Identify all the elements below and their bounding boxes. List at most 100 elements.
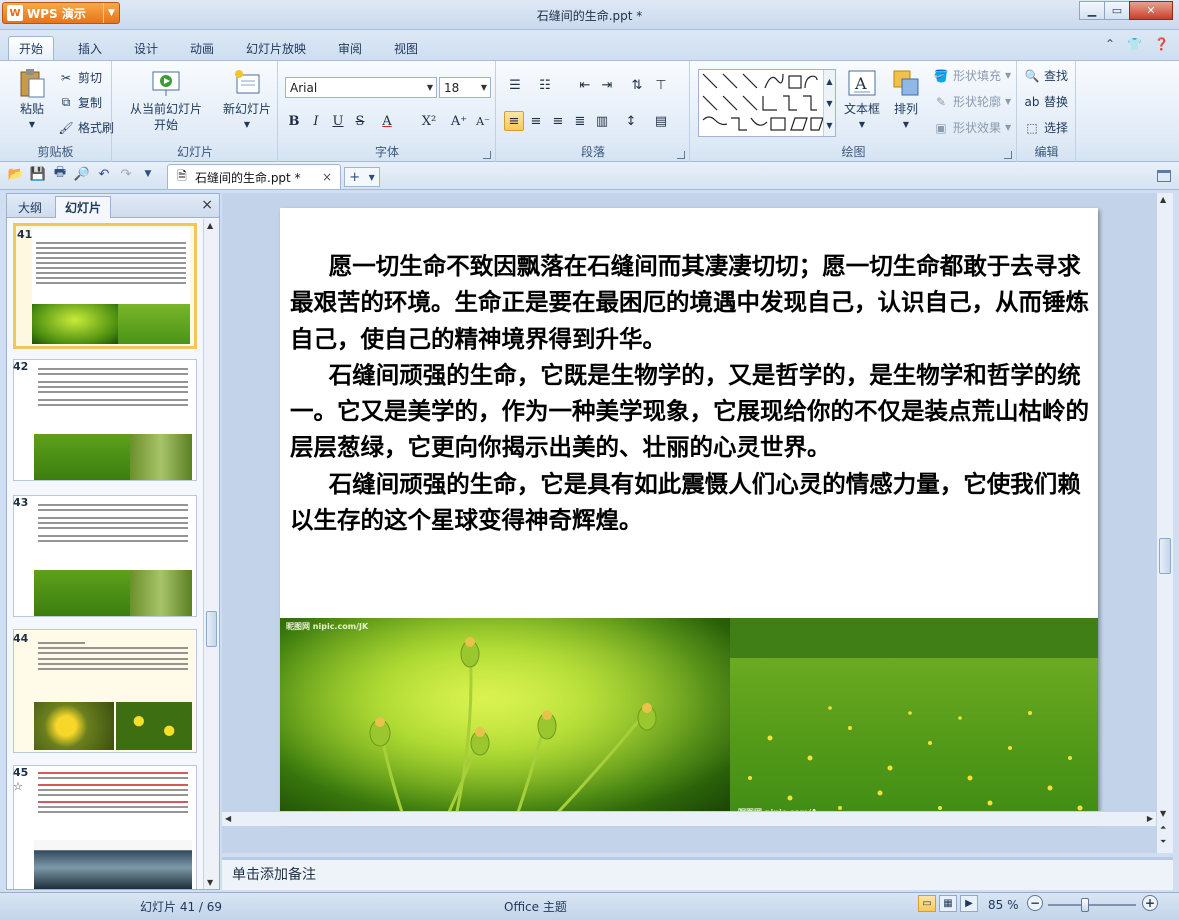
italic-button[interactable]: I bbox=[306, 111, 326, 131]
align-left-icon[interactable]: ≡ bbox=[504, 111, 524, 131]
tab-outline[interactable]: 大纲 bbox=[9, 196, 51, 218]
paste-button[interactable]: 粘贴 ▼ bbox=[10, 67, 54, 133]
shape-fill-button[interactable]: 🪣 形状填充 ▼ bbox=[933, 67, 1012, 84]
bullets-icon[interactable]: ☰ bbox=[505, 75, 525, 95]
slide-image-flower-buds[interactable]: 昵图网 nipic.com/JK bbox=[280, 618, 730, 821]
arrange-button[interactable]: 排列 ▼ bbox=[887, 67, 925, 133]
slide-thumbnail-45[interactable]: 45 ☆ bbox=[13, 765, 197, 889]
tab-slideshow[interactable]: 幻灯片放映 bbox=[246, 36, 306, 60]
editor-horizontal-scrollbar[interactable]: ◀ ▶ bbox=[222, 811, 1156, 826]
tab-view[interactable]: 视图 bbox=[394, 36, 418, 60]
find-button[interactable]: 🔍 查找 bbox=[1024, 67, 1069, 84]
font-family-select[interactable]: Arial ▼ bbox=[285, 77, 437, 98]
zoom-slider-thumb[interactable] bbox=[1081, 898, 1089, 912]
tab-slides[interactable]: 幻灯片 bbox=[55, 196, 112, 218]
slide-canvas[interactable]: 愿一切生命不致因飘落在石缝间而其凄凄切切；愿一切生命都敢于去寻求最艰苦的环境。生… bbox=[280, 208, 1098, 821]
align-center-icon[interactable]: ≡ bbox=[526, 111, 546, 131]
distribute-icon[interactable]: ▥ bbox=[592, 111, 612, 131]
editor-scroll-thumb[interactable] bbox=[1159, 538, 1171, 574]
strikethrough-button[interactable]: S bbox=[350, 111, 370, 131]
minimize-button[interactable]: ▁ bbox=[1079, 1, 1105, 20]
textbox-button[interactable]: A 文本框 ▼ bbox=[839, 67, 885, 133]
print-preview-icon[interactable]: 🔎 bbox=[74, 166, 90, 182]
text-direction-icon[interactable]: ⇅ bbox=[627, 75, 647, 95]
tab-home[interactable]: 开始 bbox=[8, 36, 55, 60]
font-color-button[interactable]: A bbox=[377, 111, 397, 131]
shape-effect-button[interactable]: ▣ 形状效果 ▼ bbox=[933, 119, 1011, 136]
underline-button[interactable]: U bbox=[328, 111, 348, 131]
scroll-up-icon[interactable]: ▲ bbox=[207, 221, 213, 230]
panel-scrollbar[interactable]: ▲ ▼ bbox=[203, 219, 219, 889]
superscript-button[interactable]: X² bbox=[419, 111, 439, 131]
zoom-level[interactable]: 85 % bbox=[988, 898, 1019, 912]
font-size-select[interactable]: 18 ▼ bbox=[439, 77, 491, 98]
close-panel-icon[interactable]: × bbox=[201, 197, 213, 213]
slide-sorter-icon[interactable]: ▦ bbox=[939, 895, 957, 912]
shape-gallery[interactable]: ▲ ▼ ▼ bbox=[698, 69, 836, 137]
increase-indent-icon[interactable]: ⇥ bbox=[597, 75, 617, 95]
collapse-ribbon-icon[interactable]: ⌃ bbox=[1105, 37, 1115, 51]
chevron-down-icon: ▼ bbox=[480, 83, 488, 92]
justify-icon[interactable]: ≣ bbox=[570, 111, 590, 131]
close-button[interactable]: ✕ bbox=[1129, 1, 1173, 20]
normal-view-icon[interactable]: ▭ bbox=[918, 895, 936, 912]
maximize-button[interactable]: ▭ bbox=[1104, 1, 1130, 20]
close-tab-icon[interactable]: × bbox=[322, 170, 332, 184]
tab-insert[interactable]: 插入 bbox=[78, 36, 102, 60]
new-tab-button[interactable]: + ▼ bbox=[344, 167, 380, 187]
align-right-icon[interactable]: ≡ bbox=[548, 111, 568, 131]
scroll-right-icon[interactable]: ▶ bbox=[1147, 814, 1153, 823]
copy-button[interactable]: ⧉ 复制 bbox=[58, 94, 102, 111]
slide-thumbnail-43[interactable]: 43 bbox=[13, 495, 197, 617]
format-painter-button[interactable]: 🖌 格式刷 bbox=[58, 119, 114, 136]
zoom-out-button[interactable]: − bbox=[1027, 895, 1043, 911]
align-text-icon[interactable]: ⊤ bbox=[651, 75, 671, 95]
editor-vertical-scrollbar[interactable]: ▲ ▼ ⏶ ⏷ bbox=[1156, 193, 1173, 853]
print-icon[interactable]: 🖶 bbox=[52, 165, 68, 182]
redo-icon[interactable]: ↷ bbox=[118, 166, 134, 182]
select-button[interactable]: ⬚ 选择 bbox=[1024, 119, 1068, 136]
from-current-slide-button[interactable]: 从当前幻灯片 开始 bbox=[125, 67, 207, 133]
slide-textbox[interactable]: 愿一切生命不致因飘落在石缝间而其凄凄切切；愿一切生命都敢于去寻求最艰苦的环境。生… bbox=[290, 248, 1090, 538]
document-tab[interactable]: 🗎 石缝间的生命.ppt * × bbox=[167, 164, 341, 189]
numbering-icon[interactable]: ☷ bbox=[535, 75, 555, 95]
shape-outline-button[interactable]: ✎ 形状轮廓 ▼ bbox=[933, 93, 1011, 110]
drawing-dialog-launcher[interactable] bbox=[1004, 151, 1012, 159]
skin-icon[interactable]: 👕 bbox=[1127, 37, 1142, 51]
scroll-down-icon[interactable]: ▼ bbox=[207, 878, 213, 887]
tab-review[interactable]: 审阅 bbox=[338, 36, 362, 60]
replace-button[interactable]: ab 替换 bbox=[1024, 93, 1069, 110]
grow-font-button[interactable]: A⁺ bbox=[449, 111, 469, 131]
line-spacing-icon[interactable]: ↕ bbox=[621, 111, 641, 131]
scroll-left-icon[interactable]: ◀ bbox=[225, 814, 231, 823]
open-folder-icon[interactable]: 📂 bbox=[8, 166, 24, 182]
paragraph-dialog-launcher[interactable] bbox=[677, 151, 685, 159]
notes-pane[interactable]: 单击添加备注 bbox=[222, 857, 1173, 890]
decrease-indent-icon[interactable]: ⇤ bbox=[575, 75, 595, 95]
slide-image-meadow[interactable]: 昵图网 nipic.com/A bbox=[730, 618, 1098, 821]
undo-icon[interactable]: ↶ bbox=[96, 166, 112, 182]
shrink-font-button[interactable]: A⁻ bbox=[473, 111, 493, 131]
panel-scroll-thumb[interactable] bbox=[206, 611, 217, 647]
slide-thumbnail-44[interactable]: 44 bbox=[13, 629, 197, 753]
customize-toolbar-icon[interactable]: ▼ bbox=[140, 166, 156, 182]
font-dialog-launcher[interactable] bbox=[483, 151, 491, 159]
bold-button[interactable]: B bbox=[284, 111, 304, 131]
columns-icon[interactable]: ▤ bbox=[651, 111, 671, 131]
restore-window-icon[interactable] bbox=[1157, 170, 1171, 182]
scroll-up-icon[interactable]: ▲ bbox=[1160, 195, 1166, 204]
new-slide-button[interactable]: 新幻灯片 ▼ bbox=[217, 67, 277, 133]
zoom-slider[interactable] bbox=[1048, 904, 1136, 906]
cut-button[interactable]: ✂ 剪切 bbox=[58, 69, 102, 86]
tab-animation[interactable]: 动画 bbox=[190, 36, 214, 60]
previous-slide-icon[interactable]: ⏶ bbox=[1160, 823, 1166, 833]
slideshow-view-icon[interactable]: ▶ bbox=[960, 895, 978, 912]
slide-thumbnail-41[interactable]: 41 bbox=[13, 223, 197, 349]
save-icon[interactable]: 💾 bbox=[30, 166, 46, 182]
help-icon[interactable]: ❓ bbox=[1154, 37, 1169, 51]
zoom-in-button[interactable]: + bbox=[1142, 895, 1158, 911]
scroll-down-icon[interactable]: ▼ bbox=[1160, 809, 1166, 818]
next-slide-icon[interactable]: ⏷ bbox=[1160, 837, 1166, 847]
slide-thumbnail-42[interactable]: 42 bbox=[13, 359, 197, 481]
tab-design[interactable]: 设计 bbox=[134, 36, 158, 60]
